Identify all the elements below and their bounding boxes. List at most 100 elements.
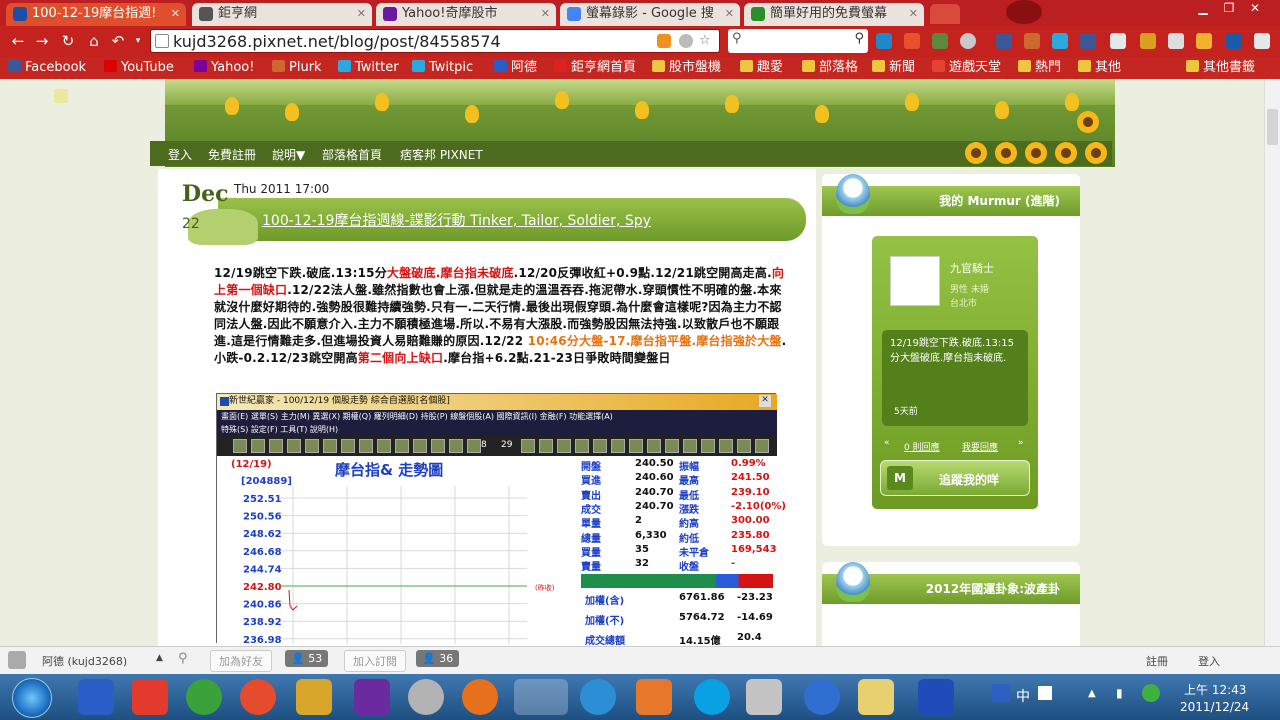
close-window-icon[interactable]: ✕ — [1242, 0, 1268, 18]
yahoo-messenger-icon[interactable] — [354, 679, 390, 715]
bookmark-games[interactable]: 遊戲天堂 — [932, 59, 1001, 77]
login-link[interactable]: 登入 — [1198, 653, 1220, 669]
tab-blog-post[interactable]: 100-12-19摩台指週! ✕ — [6, 3, 186, 26]
bookmark-folder-news[interactable]: 新聞 — [872, 59, 915, 77]
app-blue-icon[interactable] — [918, 679, 954, 715]
bookmark-yahoo[interactable]: Yahoo! — [194, 59, 254, 77]
login-link[interactable]: 登入 — [168, 146, 192, 163]
next-icon[interactable]: » — [1018, 438, 1024, 448]
bookmark-folder-other[interactable]: 其他 — [1078, 59, 1121, 77]
camera-icon[interactable] — [960, 33, 976, 49]
close-icon[interactable]: ✕ — [909, 3, 918, 24]
forward-icon[interactable]: → — [32, 31, 52, 51]
search-input[interactable]: ⚲ ⚲ — [728, 29, 868, 53]
ime-shape-icon[interactable] — [1038, 686, 1052, 700]
reply-count-link[interactable]: 0 則回應 — [904, 440, 940, 453]
add-friend-button[interactable]: 加為好友 — [210, 650, 272, 672]
back-icon[interactable]: ← — [8, 31, 28, 51]
close-icon[interactable]: ✕ — [725, 3, 734, 24]
tab-yahoo-stock[interactable]: Yahoo!奇摩股市 ✕ — [376, 3, 556, 26]
explorer-folder-icon[interactable] — [858, 679, 894, 715]
bookmark-ade[interactable]: 阿德 — [494, 59, 537, 77]
plus-icon[interactable] — [904, 33, 920, 49]
app-balloon-icon[interactable] — [408, 679, 444, 715]
extension-icon[interactable] — [679, 34, 693, 48]
start-button[interactable] — [12, 678, 52, 718]
ime-mode[interactable]: 中 — [1016, 686, 1030, 706]
app-star-icon[interactable] — [78, 679, 114, 715]
ime-icon[interactable] — [992, 684, 1010, 702]
help-menu[interactable]: 說明▼ — [272, 146, 305, 163]
prev-icon[interactable]: « — [884, 438, 890, 448]
reload-icon[interactable]: ↻ — [58, 31, 78, 51]
murmur-name[interactable]: 九官騎士 — [950, 260, 994, 276]
bookmark-ext-icon[interactable] — [1140, 33, 1156, 49]
new-tab-button[interactable] — [930, 4, 960, 24]
avatar[interactable] — [890, 256, 940, 306]
facebook-ext-icon-2[interactable] — [1080, 33, 1096, 49]
app-chrome-icon[interactable] — [240, 679, 276, 715]
close-icon[interactable]: ✕ — [171, 3, 180, 24]
tab-recorder[interactable]: 簡單好用的免費螢幕 ✕ — [744, 3, 924, 26]
itunes-icon[interactable] — [580, 679, 616, 715]
speaker-app-icon[interactable] — [746, 679, 782, 715]
register-link[interactable]: 註冊 — [1146, 653, 1168, 669]
clock-date[interactable]: 2011/12/24 — [1180, 700, 1249, 714]
bookmark-folder-stock[interactable]: 股市盤機 — [652, 59, 721, 77]
bookmark-twitpic[interactable]: Twitpic — [412, 59, 473, 77]
blog-home-link[interactable]: 部落格首頁 — [322, 146, 382, 163]
minimize-icon[interactable]: ▁ — [1190, 0, 1216, 18]
bookmark-plurk[interactable]: Plurk — [272, 59, 322, 77]
post-title-link[interactable]: 100-12-19摩台指週線-諜影行動 Tinker, Tailor, Sold… — [262, 210, 651, 230]
bookmark-folder-hot[interactable]: 熱門 — [1018, 59, 1061, 77]
profile-avatar[interactable] — [1006, 0, 1042, 24]
home-icon[interactable]: ⌂ — [84, 31, 104, 51]
scrollbar-thumb[interactable] — [1267, 109, 1278, 145]
bookmark-youtube[interactable]: YouTube — [104, 59, 174, 77]
tab-google-search[interactable]: 螢幕錄影 - Google 搜 ✕ — [560, 3, 740, 26]
app-eye-icon[interactable] — [296, 679, 332, 715]
follow-button[interactable]: M 追蹤我的咩 — [880, 460, 1030, 496]
bookmark-folder-other-bookmarks[interactable]: 其他書籤 — [1186, 59, 1255, 77]
bottom-user[interactable]: 阿德 (kujd3268) — [42, 653, 127, 669]
chevron-up-icon[interactable]: ▲ — [156, 653, 163, 663]
clock-time[interactable]: 上午 12:43 — [1184, 681, 1246, 698]
facebook-ext-icon[interactable] — [996, 33, 1012, 49]
globe-icon[interactable] — [932, 33, 948, 49]
maximize-icon[interactable]: ❐ — [1216, 0, 1242, 18]
apps-icon[interactable] — [1110, 33, 1126, 49]
bookmark-twitter[interactable]: Twitter — [338, 59, 399, 77]
bookmark-cnyes[interactable]: 鉅亨網首頁 — [554, 59, 636, 77]
media-player-icon[interactable] — [804, 679, 840, 715]
network-icon[interactable] — [1142, 684, 1160, 702]
subscribe-button[interactable]: 加入訂閱 — [344, 650, 406, 672]
register-link[interactable]: 免費註冊 — [208, 146, 256, 163]
firefox-icon[interactable] — [462, 679, 498, 715]
wrench-icon[interactable] — [1254, 33, 1270, 49]
star-icon[interactable]: ☆ — [699, 34, 713, 48]
bookmark-folder-blog[interactable]: 部落格 — [802, 59, 858, 77]
screen-ext-icon[interactable] — [1168, 33, 1184, 49]
search-icon[interactable]: ⚲ — [178, 651, 188, 666]
close-icon[interactable]: ✕ — [541, 3, 550, 24]
reply-link[interactable]: 我要回應 — [962, 440, 998, 453]
bookmark-facebook[interactable]: Facebook — [8, 59, 86, 77]
undo-icon[interactable]: ↶ — [108, 31, 128, 51]
chrome-active-icon[interactable] — [514, 679, 568, 715]
skype-icon[interactable] — [694, 679, 730, 715]
tray-up-icon[interactable]: ▲ — [1088, 688, 1096, 699]
close-icon[interactable]: ✕ — [357, 3, 366, 24]
rss-icon[interactable] — [657, 34, 671, 48]
app-globe-icon[interactable] — [186, 679, 222, 715]
address-bar[interactable]: kujd3268.pixnet.net/blog/post/84558574 ☆ — [150, 29, 720, 53]
tab-cnyes[interactable]: 鉅亨網 ✕ — [192, 3, 372, 26]
chevron-down-icon[interactable]: ▾ — [128, 31, 148, 51]
folder-ext-icon[interactable] — [1196, 33, 1212, 49]
app-orange-icon[interactable] — [636, 679, 672, 715]
pixnet-link[interactable]: 痞客邦 PIXNET — [400, 146, 483, 163]
twitter-ext-icon[interactable] — [1052, 33, 1068, 49]
search-go-icon[interactable]: ⚲ — [854, 31, 864, 46]
page-scrollbar[interactable] — [1264, 79, 1280, 646]
bookmark-folder-fun[interactable]: 趣愛 — [740, 59, 783, 77]
chart-ext-icon[interactable] — [1226, 33, 1242, 49]
